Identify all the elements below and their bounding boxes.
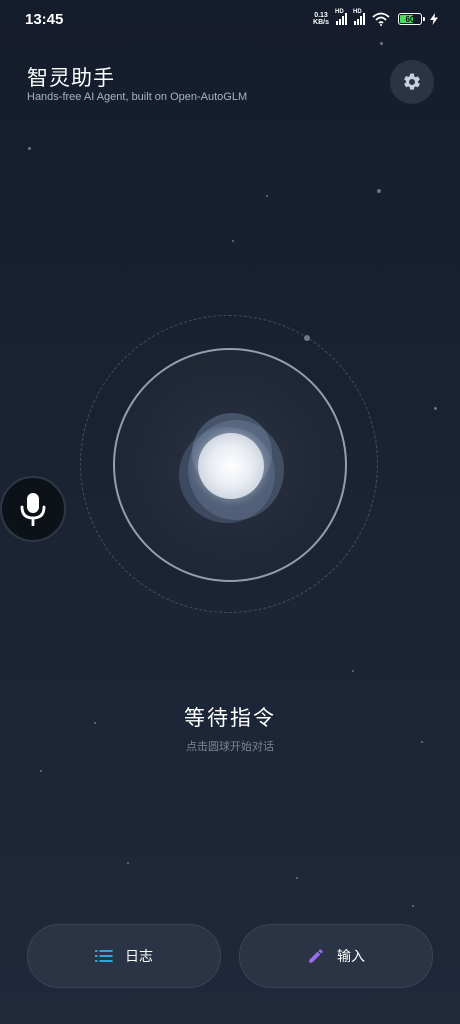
background-star	[40, 770, 42, 772]
status-icons: 0.13 KB/s HD HD 60	[313, 9, 438, 28]
signal-icon: HD	[335, 9, 347, 25]
log-button[interactable]: 日志	[27, 924, 221, 988]
gear-icon	[404, 73, 420, 90]
input-button[interactable]: 输入	[239, 924, 433, 988]
log-button-label: 日志	[125, 949, 153, 965]
orb-core	[198, 433, 264, 499]
background-star	[412, 905, 414, 907]
app-title: 智灵助手	[27, 66, 115, 90]
signal-icon: HD	[353, 9, 365, 25]
background-star	[296, 877, 298, 879]
mic-button[interactable]	[0, 476, 66, 542]
background-star	[434, 407, 437, 410]
pencil-icon	[309, 949, 323, 963]
background-star	[266, 195, 268, 197]
network-speed: 0.13 KB/s	[313, 12, 329, 26]
signal-hd-label: HD	[335, 9, 344, 15]
status-bar: 13:45 0.13 KB/s HD HD 60	[0, 0, 460, 40]
background-star	[377, 189, 381, 193]
signal-hd-label: HD	[353, 9, 362, 15]
app-subtitle: Hands-free AI Agent, built on Open-AutoG…	[27, 91, 248, 103]
status-hint: 点击圆球开始对话	[186, 740, 274, 753]
battery-icon: 60	[398, 13, 425, 25]
background-star	[28, 147, 31, 150]
battery-level: 60	[405, 14, 415, 24]
input-button-label: 输入	[337, 949, 365, 965]
charging-icon	[430, 13, 438, 25]
background-star	[352, 670, 354, 672]
list-icon	[95, 950, 113, 962]
background-star	[127, 862, 129, 864]
orb-orbit-dot	[304, 335, 310, 341]
status-title: 等待指令	[184, 706, 276, 730]
status-time: 13:45	[25, 11, 64, 28]
microphone-icon	[20, 493, 46, 526]
settings-button[interactable]	[390, 60, 434, 104]
voice-orb[interactable]	[80, 315, 380, 615]
wifi-icon	[372, 12, 390, 26]
background-star	[380, 42, 383, 45]
background-star	[232, 240, 234, 242]
network-speed-value: 0.13	[314, 12, 328, 19]
network-speed-unit: KB/s	[313, 19, 329, 26]
